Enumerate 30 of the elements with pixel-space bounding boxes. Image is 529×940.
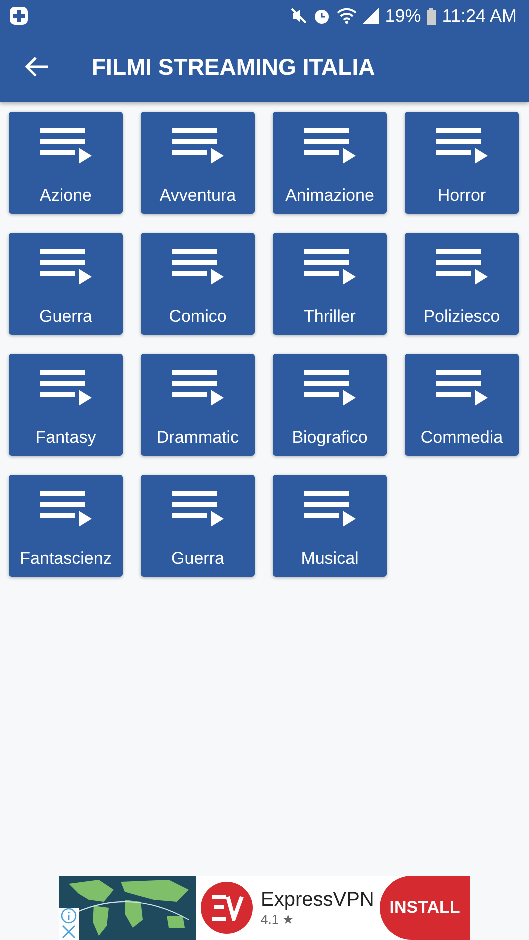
category-tile[interactable]: Commedia xyxy=(405,354,519,456)
category-tile[interactable]: Fantasy xyxy=(9,354,123,456)
plus-icon xyxy=(10,7,28,25)
category-tile[interactable]: Horror xyxy=(405,112,519,214)
category-tile[interactable]: Avventura xyxy=(141,112,255,214)
category-tile[interactable]: Azione xyxy=(9,112,123,214)
battery-icon xyxy=(427,8,436,24)
category-tile[interactable]: Comico xyxy=(141,233,255,335)
mute-icon xyxy=(291,8,308,24)
category-tile[interactable]: Animazione xyxy=(273,112,387,214)
app-name: ExpressVPN xyxy=(261,889,374,912)
app-logo xyxy=(201,882,253,934)
info-icon[interactable] xyxy=(61,908,77,924)
battery-percent: 19% xyxy=(385,6,422,26)
category-tile[interactable]: Guerra xyxy=(9,233,123,335)
category-tile[interactable]: Biografico xyxy=(273,354,387,456)
install-button[interactable]: INSTALL xyxy=(380,876,470,940)
category-tile[interactable]: Poliziesco xyxy=(405,233,519,335)
alarm-icon xyxy=(313,7,332,25)
app-rating: 4.1 ★ xyxy=(261,912,296,927)
wifi-icon xyxy=(337,8,358,24)
screen-title: FILMI STREAMING ITALIA xyxy=(92,54,376,80)
clock: 11:24 AM xyxy=(442,6,517,26)
category-tile[interactable]: Fantascienz xyxy=(9,475,123,577)
category-tile[interactable]: Drammatic xyxy=(141,354,255,456)
close-icon[interactable] xyxy=(61,924,77,940)
category-tile[interactable]: Thriller xyxy=(273,233,387,335)
signal-icon xyxy=(363,8,380,24)
category-tile[interactable]: Guerra xyxy=(141,475,255,577)
category-tile[interactable]: Musical xyxy=(273,475,387,577)
